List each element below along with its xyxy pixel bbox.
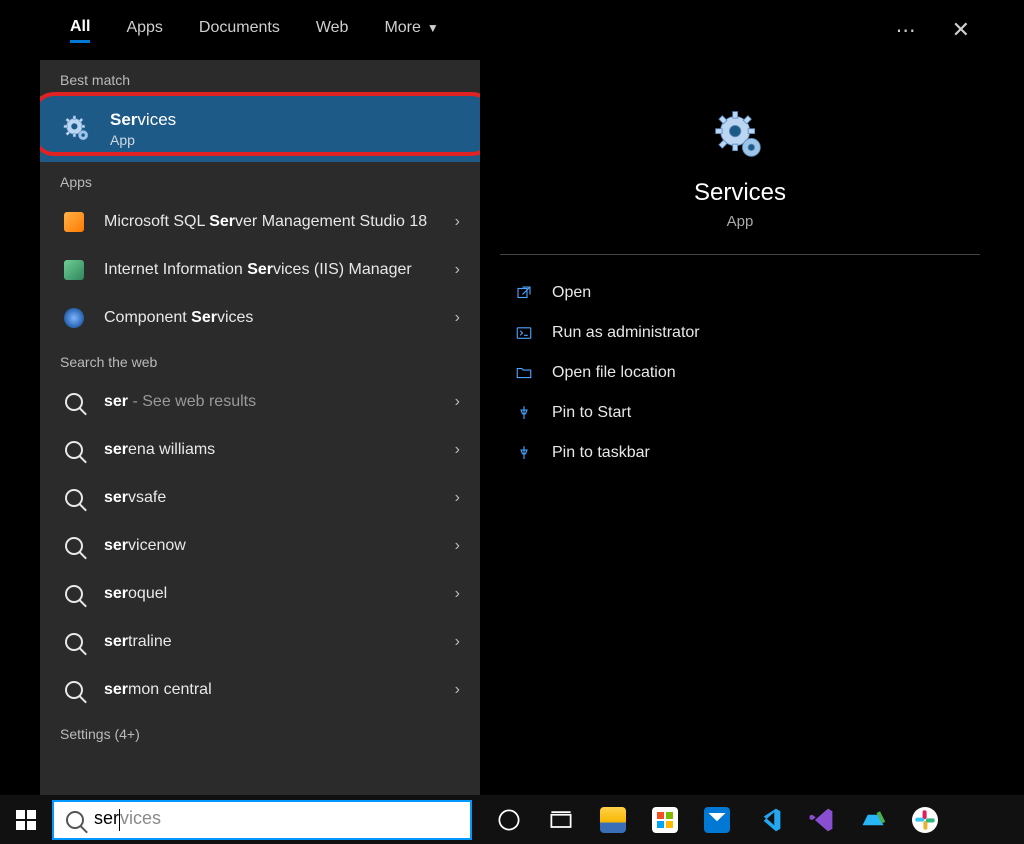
task-view-icon[interactable] — [544, 803, 578, 837]
search-icon — [60, 676, 88, 704]
results-column: Best match Services App Apps Micros — [40, 60, 480, 795]
web-result[interactable]: servsafe › — [40, 474, 480, 522]
action-label: Open file location — [552, 364, 676, 382]
visual-studio-icon[interactable] — [804, 803, 838, 837]
tab-apps[interactable]: Apps — [126, 19, 162, 41]
action-label: Open — [552, 284, 591, 302]
action-pin-task[interactable]: Pin to taskbar — [500, 433, 980, 473]
start-button[interactable] — [0, 795, 52, 844]
preview-subtitle: App — [727, 213, 754, 230]
result-label: ser - See web results — [104, 391, 439, 413]
search-icon — [60, 484, 88, 512]
search-icon — [60, 436, 88, 464]
result-label: servicenow — [104, 535, 439, 557]
search-tabs: All Apps Documents Web More▼ ⋯ ✕ — [40, 0, 1000, 60]
chevron-right-icon[interactable]: › — [455, 681, 460, 699]
best-match-title: Services — [110, 110, 176, 130]
vscode-icon[interactable] — [752, 803, 786, 837]
web-result[interactable]: sermon central › — [40, 666, 480, 714]
slack-icon[interactable] — [908, 803, 942, 837]
preview-pane: Services App Open Run as administrator Ope… — [480, 60, 1000, 795]
search-icon — [60, 388, 88, 416]
tab-documents[interactable]: Documents — [199, 19, 280, 41]
search-icon — [60, 532, 88, 560]
chevron-right-icon[interactable]: › — [455, 585, 460, 603]
action-label: Pin to taskbar — [552, 444, 650, 462]
result-label: Internet Information Services (IIS) Mana… — [104, 259, 439, 281]
web-result[interactable]: ser - See web results › — [40, 378, 480, 426]
action-admin[interactable]: Run as administrator — [500, 313, 980, 353]
open-icon — [514, 283, 534, 303]
action-folder[interactable]: Open file location — [500, 353, 980, 393]
search-text: services — [94, 808, 161, 830]
chevron-down-icon: ▼ — [427, 21, 439, 35]
tab-web[interactable]: Web — [316, 19, 349, 41]
web-result[interactable]: seroquel › — [40, 570, 480, 618]
section-apps: Apps — [40, 162, 480, 198]
result-label: sermon central — [104, 679, 439, 701]
app-result[interactable]: Microsoft SQL Server Management Studio 1… — [40, 198, 480, 246]
admin-icon — [514, 323, 534, 343]
action-label: Pin to Start — [552, 404, 631, 422]
folder-icon — [514, 363, 534, 383]
chevron-right-icon[interactable]: › — [455, 489, 460, 507]
search-icon — [60, 580, 88, 608]
chevron-right-icon[interactable]: › — [455, 309, 460, 327]
app-result[interactable]: Internet Information Services (IIS) Mana… — [40, 246, 480, 294]
search-panel: All Apps Documents Web More▼ ⋯ ✕ Best ma… — [40, 0, 1000, 795]
options-icon[interactable]: ⋯ — [896, 18, 916, 43]
result-label: servsafe — [104, 487, 439, 509]
pin-task-icon — [514, 443, 534, 463]
preview-title: Services — [694, 179, 786, 207]
tab-more[interactable]: More▼ — [384, 19, 438, 41]
web-result[interactable]: serena williams › — [40, 426, 480, 474]
windows-logo-icon — [16, 810, 36, 830]
search-icon — [66, 811, 84, 829]
tab-all[interactable]: All — [70, 18, 90, 43]
iis-icon — [60, 256, 88, 284]
app-result[interactable]: Component Services › — [40, 294, 480, 342]
search-icon — [60, 628, 88, 656]
taskbar-icons — [472, 803, 1024, 837]
taskbar: services — [0, 795, 1024, 844]
result-label: sertraline — [104, 631, 439, 653]
mail-icon[interactable] — [700, 803, 734, 837]
comp-icon — [60, 304, 88, 332]
action-pin-start[interactable]: Pin to Start — [500, 393, 980, 433]
result-label: Component Services — [104, 307, 439, 329]
section-search-web: Search the web — [40, 342, 480, 378]
section-best-match: Best match — [40, 60, 480, 96]
best-match-subtitle: App — [110, 132, 176, 148]
action-label: Run as administrator — [552, 324, 700, 342]
file-explorer-icon[interactable] — [596, 803, 630, 837]
chevron-right-icon[interactable]: › — [455, 393, 460, 411]
web-result[interactable]: servicenow › — [40, 522, 480, 570]
services-gear-icon — [60, 112, 94, 146]
best-match-services[interactable]: Services App — [40, 96, 480, 162]
chevron-right-icon[interactable]: › — [455, 633, 460, 651]
result-label: Microsoft SQL Server Management Studio 1… — [104, 211, 439, 233]
web-result[interactable]: sertraline › — [40, 618, 480, 666]
chevron-right-icon[interactable]: › — [455, 213, 460, 231]
cortana-icon[interactable] — [492, 803, 526, 837]
chevron-right-icon[interactable]: › — [455, 261, 460, 279]
azure-storage-icon[interactable] — [856, 803, 890, 837]
ssms-icon — [60, 208, 88, 236]
section-settings: Settings (4+) — [40, 714, 480, 750]
result-label: serena williams — [104, 439, 439, 461]
chevron-right-icon[interactable]: › — [455, 441, 460, 459]
action-open[interactable]: Open — [500, 273, 980, 313]
preview-app-icon — [714, 110, 766, 167]
pin-start-icon — [514, 403, 534, 423]
taskbar-search-input[interactable]: services — [52, 800, 472, 840]
microsoft-store-icon[interactable] — [648, 803, 682, 837]
close-icon[interactable]: ✕ — [952, 17, 970, 43]
result-label: seroquel — [104, 583, 439, 605]
chevron-right-icon[interactable]: › — [455, 537, 460, 555]
